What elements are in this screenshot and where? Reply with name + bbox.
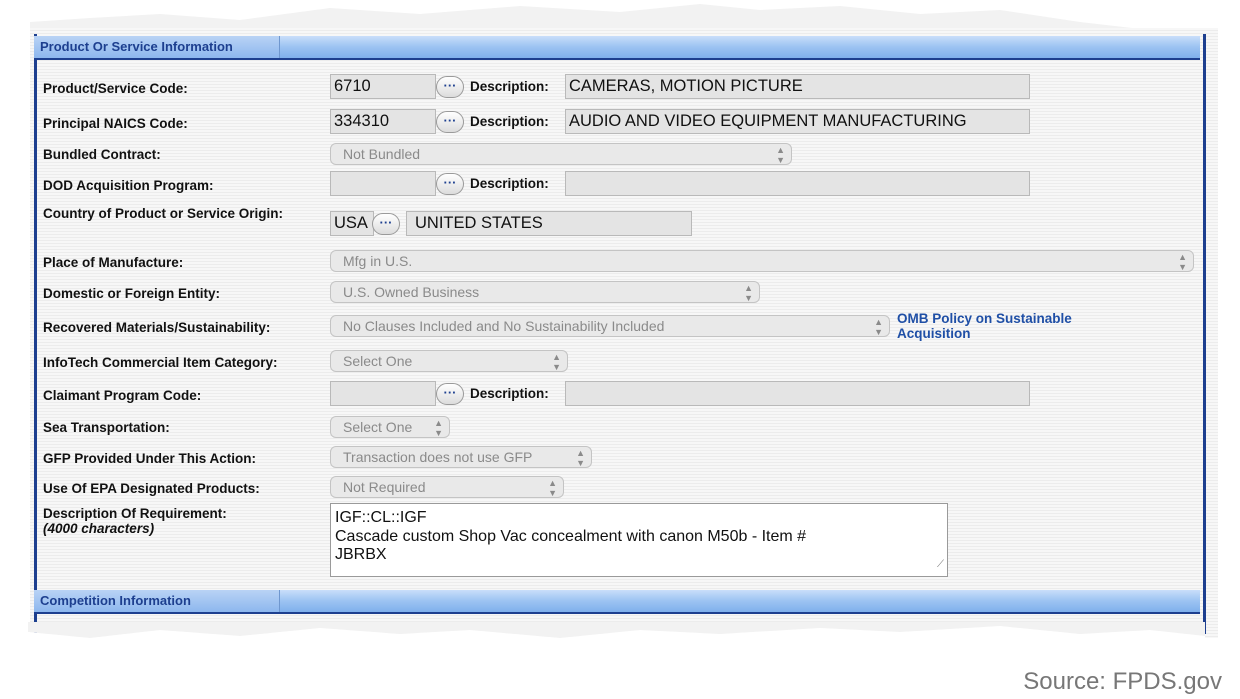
bundled-select[interactable]: Not Bundled ▲ ▼ <box>330 143 792 165</box>
sea-label: Sea Transportation: <box>43 420 170 435</box>
requirement-sublabel: (4000 characters) <box>43 521 154 536</box>
infotech-label: InfoTech Commercial Item Category: <box>43 355 278 370</box>
dod-input[interactable] <box>330 171 436 196</box>
place-select-value: Mfg in U.S. <box>343 253 413 269</box>
updown-arrows-icon: ▲ ▼ <box>1178 252 1187 272</box>
sea-select-value: Select One <box>343 419 413 435</box>
psc-label: Product/Service Code: <box>43 81 188 96</box>
gfp-label: GFP Provided Under This Action: <box>43 451 257 466</box>
epa-label: Use Of EPA Designated Products: <box>43 481 260 496</box>
requirement-char-limit: (4000 characters) <box>43 521 155 536</box>
claimant-description-label: Description: <box>470 386 549 401</box>
psc-description-label: Description: <box>470 79 549 94</box>
bundled-label: Bundled Contract: <box>43 147 161 162</box>
dod-lookup-button[interactable]: ··· <box>436 173 464 195</box>
updown-arrows-icon: ▲ ▼ <box>744 283 753 303</box>
bundled-select-value: Not Bundled <box>343 146 421 162</box>
updown-arrows-icon: ▲ ▼ <box>576 448 585 468</box>
naics-input[interactable]: 334310 <box>330 109 436 134</box>
competition-section-title: Competition Information <box>34 590 280 612</box>
updown-arrows-icon: ▲ ▼ <box>548 478 557 498</box>
torn-edge-bottom <box>28 622 1205 652</box>
country-name-field: UNITED STATES <box>406 211 692 236</box>
naics-description-field: AUDIO AND VIDEO EQUIPMENT MANUFACTURING <box>565 109 1030 134</box>
gfp-select-value: Transaction does not use GFP <box>343 449 533 465</box>
dod-description-field <box>565 171 1030 196</box>
naics-label: Principal NAICS Code: <box>43 116 188 131</box>
infotech-select[interactable]: Select One ▲ ▼ <box>330 350 568 372</box>
ellipsis-lookup-icon: ··· <box>443 78 457 93</box>
dod-label: DOD Acquisition Program: <box>43 178 214 193</box>
psc-lookup-button[interactable]: ··· <box>436 76 464 98</box>
resize-grip-icon[interactable]: ⟋ <box>937 556 944 575</box>
sea-select[interactable]: Select One ▲ ▼ <box>330 416 450 438</box>
claimant-lookup-button[interactable]: ··· <box>436 383 464 405</box>
psc-input[interactable]: 6710 <box>330 74 436 99</box>
gfp-select[interactable]: Transaction does not use GFP ▲ ▼ <box>330 446 592 468</box>
ellipsis-lookup-icon: ··· <box>443 385 457 400</box>
requirement-text: IGF::CL::IGF Cascade custom Shop Vac con… <box>335 509 807 563</box>
entity-label: Domestic or Foreign Entity: <box>43 286 221 301</box>
source-credit: Source: FPDS.gov <box>1023 668 1222 695</box>
recovered-label: Recovered Materials/Sustainability: <box>43 320 271 335</box>
place-label: Place of Manufacture: <box>43 255 184 270</box>
requirement-textarea[interactable]: IGF::CL::IGF Cascade custom Shop Vac con… <box>330 503 948 577</box>
recovered-select[interactable]: No Clauses Included and No Sustainabilit… <box>330 315 890 337</box>
ellipsis-lookup-icon: ··· <box>443 175 457 190</box>
claimant-input[interactable] <box>330 381 436 406</box>
claimant-label: Claimant Program Code: <box>43 388 202 403</box>
psc-description-field: CAMERAS, MOTION PICTURE <box>565 74 1030 99</box>
ellipsis-lookup-icon: ··· <box>379 215 393 230</box>
competition-section-header: Competition Information <box>34 590 1200 614</box>
product-section-header: Product Or Service Information <box>34 36 1200 60</box>
entity-select[interactable]: U.S. Owned Business ▲ ▼ <box>330 281 760 303</box>
infotech-select-value: Select One <box>343 353 413 369</box>
naics-description-label: Description: <box>470 114 549 129</box>
updown-arrows-icon: ▲ ▼ <box>776 145 785 165</box>
product-section-title: Product Or Service Information <box>34 36 280 58</box>
naics-lookup-button[interactable]: ··· <box>436 111 464 133</box>
updown-arrows-icon: ▲ ▼ <box>552 352 561 372</box>
claimant-description-field <box>565 381 1030 406</box>
omb-policy-link[interactable]: OMB Policy on Sustainable Acquisition <box>897 311 1137 341</box>
updown-arrows-icon: ▲ ▼ <box>434 418 443 438</box>
recovered-select-value: No Clauses Included and No Sustainabilit… <box>343 318 665 334</box>
updown-arrows-icon: ▲ ▼ <box>874 317 883 337</box>
country-code-input[interactable]: USA <box>330 211 374 236</box>
place-select[interactable]: Mfg in U.S. ▲ ▼ <box>330 250 1194 272</box>
requirement-label: Description Of Requirement: <box>43 506 227 521</box>
country-lookup-button[interactable]: ··· <box>372 213 400 235</box>
epa-select-value: Not Required <box>343 479 426 495</box>
dod-description-label: Description: <box>470 176 549 191</box>
country-label: Country of Product or Service Origin: <box>43 206 284 221</box>
ellipsis-lookup-icon: ··· <box>443 113 457 128</box>
entity-select-value: U.S. Owned Business <box>343 284 480 300</box>
epa-select[interactable]: Not Required ▲ ▼ <box>330 476 564 498</box>
